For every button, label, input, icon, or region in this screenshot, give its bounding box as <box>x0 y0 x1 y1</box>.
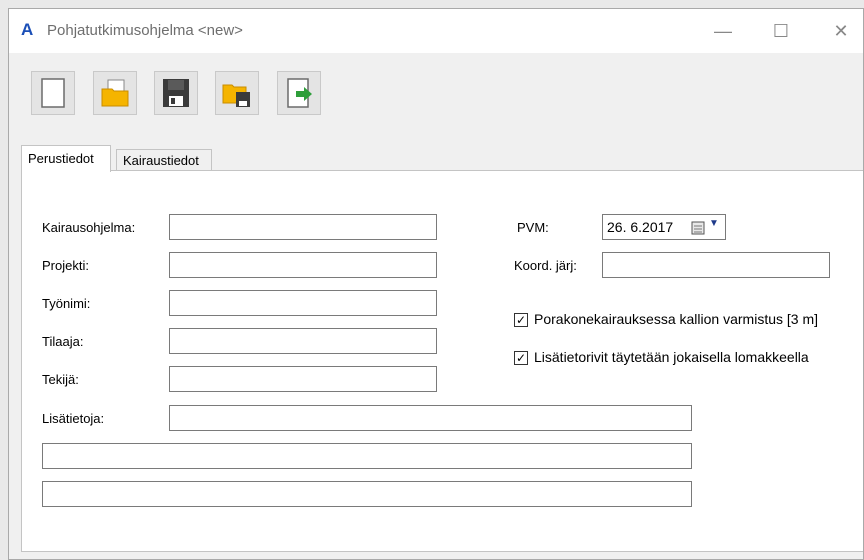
minimize-button[interactable]: — <box>701 17 745 45</box>
form-panel: Kairausohjelma: Projekti: Työnimi: Tilaa… <box>21 170 863 552</box>
chevron-down-icon[interactable]: ▼ <box>709 218 719 229</box>
close-button[interactable]: ✕ <box>819 17 863 45</box>
koord-field[interactable] <box>602 252 830 278</box>
tab-kairaustiedot[interactable]: Kairaustiedot <box>116 149 212 171</box>
projekti-label: Projekti: <box>42 258 89 273</box>
porakone-checkbox-label: Porakonekairauksessa kallion varmistus [… <box>534 311 819 327</box>
lisatietoja-line-2-field[interactable] <box>42 443 692 469</box>
lisatietorivit-checkbox-label: Lisätietorivit täytetään jokaisella loma… <box>534 349 809 365</box>
save-icon <box>163 79 189 107</box>
koord-label: Koord. järj: <box>514 258 577 273</box>
open-button[interactable] <box>93 71 137 115</box>
kairausohjelma-label: Kairausohjelma: <box>42 220 136 235</box>
pvm-label: PVM: <box>517 220 549 235</box>
save-to-folder-icon <box>222 84 250 107</box>
projekti-field[interactable] <box>169 252 437 278</box>
title-bar: A Pohjatutkimusohjelma <new> — ☐ ✕ <box>9 9 863 53</box>
tekija-label: Tekijä: <box>42 372 79 387</box>
window-title: Pohjatutkimusohjelma <new> <box>47 22 243 39</box>
lisatietoja-line-3-field[interactable] <box>42 481 692 507</box>
export-button[interactable] <box>277 71 321 115</box>
lisatietoja-label: Lisätietoja: <box>42 411 105 426</box>
tilaaja-label: Tilaaja: <box>42 334 84 349</box>
kairausohjelma-field[interactable] <box>169 214 437 240</box>
app-logo-icon: A <box>21 20 34 39</box>
tab-perustiedot[interactable]: Perustiedot <box>21 145 111 172</box>
tyonimi-label: Työnimi: <box>42 296 91 311</box>
pvm-date-picker[interactable]: 26. 6.2017 ▼ <box>602 214 726 240</box>
lisatietorivit-checkbox[interactable]: ✓ <box>514 351 528 365</box>
tyonimi-field[interactable] <box>169 290 437 316</box>
lisatietoja-field[interactable] <box>169 405 692 431</box>
open-folder-icon <box>101 79 129 107</box>
new-document-icon <box>41 78 65 108</box>
save-button[interactable] <box>154 71 198 115</box>
pvm-value: 26. 6.2017 <box>607 219 674 235</box>
main-window: A Pohjatutkimusohjelma <new> — ☐ ✕ Perus… <box>8 8 864 560</box>
porakone-checkbox[interactable]: ✓ <box>514 313 528 327</box>
new-button[interactable] <box>31 71 75 115</box>
toolbar <box>9 53 863 133</box>
lisatietorivit-checkbox-row[interactable]: ✓ Lisätietorivit täytetään jokaisella lo… <box>514 349 854 371</box>
maximize-button[interactable]: ☐ <box>759 17 803 45</box>
tekija-field[interactable] <box>169 366 437 392</box>
export-icon <box>287 78 312 108</box>
calendar-icon[interactable] <box>691 221 705 235</box>
tilaaja-field[interactable] <box>169 328 437 354</box>
porakone-checkbox-row[interactable]: ✓ Porakonekairauksessa kallion varmistus… <box>514 311 854 333</box>
save-to-folder-button[interactable] <box>215 71 259 115</box>
